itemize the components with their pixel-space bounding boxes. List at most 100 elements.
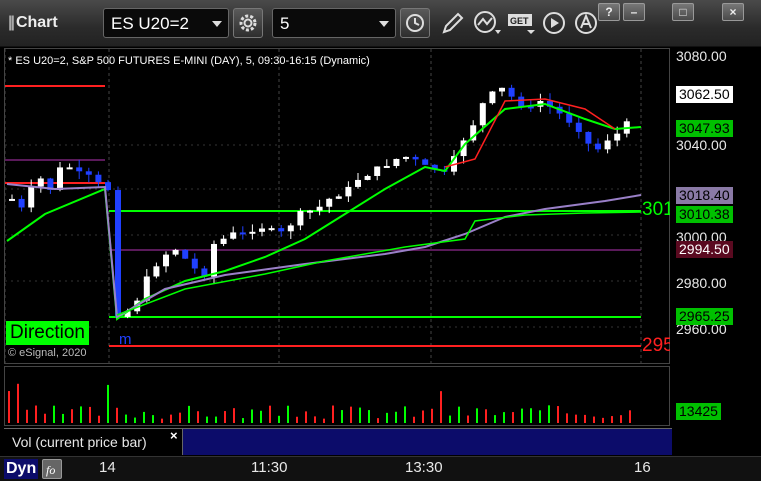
settings-gear-icon [239,14,257,32]
drag-grip-icon[interactable]: || [8,14,15,32]
candle-body [585,131,592,144]
time-tick: 16 [634,459,651,476]
volume-bar [485,409,487,423]
direction-label[interactable]: Direction [6,321,89,345]
volume-bar [62,413,64,423]
minimize-button[interactable]: – [623,3,645,21]
volume-bar [179,412,181,423]
study-close-icon[interactable]: × [170,428,178,443]
alert-bell-icon[interactable] [573,10,599,41]
volume-bar [629,410,631,423]
volume-bar [341,410,343,423]
copyright-text: © eSignal, 2020 [8,347,87,359]
svg-text:GET: GET [510,16,529,26]
volume-bar [620,415,622,423]
volume-bar [557,406,559,423]
volume-bar [197,411,199,423]
candle-body [345,186,352,197]
candle-body [9,198,15,201]
chart-window: || Chart ES U20=2 5 GET ? – □ × * ES U20… [0,0,761,481]
symbol-combobox[interactable]: ES U20=2 [103,8,229,38]
volume-bar [548,405,550,423]
candle-body [66,167,73,170]
interval-combobox[interactable]: 5 [272,8,396,38]
price-pane[interactable] [4,48,670,364]
maximize-button[interactable]: □ [672,3,694,21]
volume-bar [269,405,271,423]
volume-pane[interactable] [4,366,670,426]
candle-body [412,156,419,160]
study-icon[interactable] [473,10,503,41]
volume-bar [467,415,469,423]
volume-bar [233,408,235,423]
volume-bar [611,416,613,423]
candle-body [230,232,237,239]
candle-body [172,249,179,255]
pencil-draw-icon[interactable] [440,10,466,41]
get-icon[interactable]: GET [507,12,537,41]
candle-body [489,91,496,104]
last-price-badge: 3062.50 [676,86,733,103]
candle-body [479,103,486,126]
candle-body [259,228,265,232]
slow-ma-badge: 3018.40 [676,187,733,204]
volume-bar [287,405,289,423]
fast-ma-badge: 3047.93 [676,120,733,137]
volume-bar [512,412,514,423]
candle-body [268,228,275,231]
close-button[interactable]: × [722,3,744,21]
volume-bar [107,384,109,423]
volume-bar [602,417,604,423]
volume-bar [458,406,460,423]
candle-body [614,133,621,141]
candle-body [499,87,505,92]
settings-button[interactable] [233,8,263,38]
volume-bar [368,410,370,423]
volume-bar [503,412,505,423]
candle-body [335,196,342,199]
volume-bar [44,413,46,423]
candle-body [297,211,304,226]
candle-body [57,167,63,190]
volume-bar [350,406,352,423]
price-axis[interactable]: 3080.00 3040.00 3000.00 2980.00 2960.00 … [670,48,757,364]
volume-bar [17,383,19,423]
play-icon[interactable] [541,10,567,41]
candle-body [422,159,429,165]
candle-body [182,249,189,259]
title-bar: || Chart ES U20=2 5 GET ? – □ × [0,0,761,47]
volume-bar [71,409,73,423]
volume-bar [575,414,577,423]
candle-body [604,140,611,150]
edge-level-label-green: 301 [642,199,670,220]
dynamic-mode-button[interactable]: Dyn [4,459,39,479]
volume-bar [296,416,298,423]
price-tick: 3080.00 [676,48,727,64]
candle-body [249,231,256,234]
volume-bar [494,415,496,423]
chevron-down-icon[interactable] [212,21,222,27]
volume-bar [242,418,244,423]
time-button[interactable] [400,8,430,38]
volume-bar [422,410,424,423]
volume-bar [395,411,397,423]
help-button[interactable]: ? [598,3,620,21]
volume-bar [386,412,388,423]
candle-body [518,96,525,107]
candle-body [287,225,294,232]
study-bar: Vol (current price bar) [4,428,672,455]
volume-bar [161,418,163,423]
chevron-down-icon[interactable] [379,21,389,27]
volume-bar [314,416,316,423]
volume-bar [152,415,154,423]
volume-bar [530,408,532,423]
symbol-value: ES U20=2 [111,14,189,33]
study-tab-volume[interactable]: Vol (current price bar) [4,429,183,455]
candle-body [595,143,601,150]
formula-fx-icon[interactable]: fo [42,459,62,479]
volume-bar [260,410,262,423]
volume-bar [53,405,55,423]
level-badge-maroon: 2994.50 [676,241,733,258]
volume-bar [134,417,136,423]
edge-level-label-red: 295 [642,335,670,356]
